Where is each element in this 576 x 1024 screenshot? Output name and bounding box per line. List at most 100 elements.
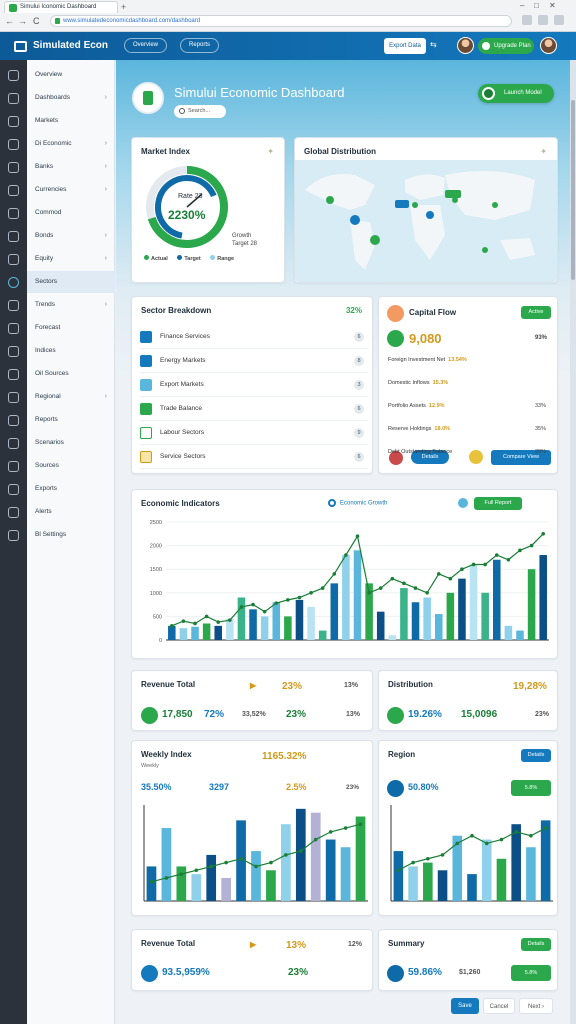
- trend-point: [239, 605, 244, 609]
- nav-icon[interactable]: [8, 208, 19, 219]
- nav-icon[interactable]: [8, 346, 19, 357]
- sidebar-item[interactable]: Overview: [27, 64, 115, 86]
- sidebar-item[interactable]: Regional ›: [27, 386, 115, 408]
- map-marker[interactable]: [370, 235, 380, 245]
- browser-tab[interactable]: Simului Iconomic Dashboard: [4, 1, 118, 13]
- launch-model-button[interactable]: Launch Model: [478, 84, 554, 103]
- cancel-button[interactable]: Cancel: [483, 998, 515, 1014]
- switch-icon[interactable]: ⇆: [430, 40, 437, 49]
- full-report-button[interactable]: Full Report: [474, 497, 522, 510]
- nav-icon[interactable]: [8, 185, 19, 196]
- nav-icon[interactable]: [8, 507, 19, 518]
- list-item[interactable]: Finance Services 6: [140, 325, 368, 349]
- sidebar-item[interactable]: Banks ›: [27, 156, 115, 178]
- nav-icon[interactable]: [8, 116, 19, 127]
- map-marker[interactable]: [412, 202, 418, 208]
- sidebar-item[interactable]: Alerts: [27, 501, 115, 523]
- sidebar-item[interactable]: Reports: [27, 409, 115, 431]
- new-tab-button[interactable]: +: [121, 2, 126, 12]
- sidebar-item[interactable]: Indices: [27, 340, 115, 362]
- trend-point: [455, 841, 460, 846]
- region-btn2[interactable]: 5.8%: [511, 780, 551, 796]
- nav-icon[interactable]: [8, 461, 19, 472]
- distribution-pct: 19,28%: [513, 681, 547, 692]
- upgrade-button[interactable]: Upgrade Plan: [478, 38, 534, 54]
- map-marker[interactable]: [350, 215, 360, 225]
- summary-icon: [387, 965, 404, 982]
- extension-icon[interactable]: [522, 15, 532, 25]
- list-item[interactable]: Trade Balance 6: [140, 397, 368, 421]
- list-item[interactable]: Labour Sectors 9: [140, 421, 368, 445]
- map-marker[interactable]: [326, 196, 334, 204]
- sidebar-item[interactable]: Di Economic ›: [27, 133, 115, 155]
- summary-details-button[interactable]: Details: [521, 938, 551, 951]
- user-avatar[interactable]: [540, 37, 557, 54]
- sidebar-item[interactable]: Oil Sources: [27, 363, 115, 385]
- flow-row-value: 13.54%: [448, 357, 467, 363]
- back-icon[interactable]: ←: [5, 16, 14, 26]
- list-item[interactable]: Service Sectors 6: [140, 445, 368, 469]
- sidebar-item[interactable]: Sources: [27, 455, 115, 477]
- region-details-button[interactable]: Details: [521, 749, 551, 762]
- maximize-icon[interactable]: □: [534, 1, 539, 10]
- nav-icon[interactable]: [8, 139, 19, 150]
- trend-point: [181, 619, 186, 623]
- summary-card: Summary Details 59.86% $1,260 5.8%: [378, 929, 558, 991]
- chart-bar: [176, 866, 187, 901]
- nav-icon[interactable]: [8, 93, 19, 104]
- sidebar-item[interactable]: Forecast: [27, 317, 115, 339]
- map-marker[interactable]: [426, 211, 434, 219]
- scroll-thumb[interactable]: [571, 100, 575, 280]
- minimize-icon[interactable]: –: [520, 1, 524, 10]
- nav-icon[interactable]: [8, 415, 19, 426]
- nav-icon[interactable]: [8, 70, 19, 81]
- sidebar-item[interactable]: Bonds ›: [27, 225, 115, 247]
- sidebar-item[interactable]: Bl Settings: [27, 524, 115, 546]
- sidebar-item[interactable]: Equity ›: [27, 248, 115, 270]
- summary-btn2[interactable]: 5.8%: [511, 965, 551, 981]
- sidebar-item[interactable]: Sectors: [27, 271, 115, 293]
- nav-overview[interactable]: Overview: [124, 38, 168, 53]
- scrollbar[interactable]: [570, 60, 576, 1024]
- nav-icon[interactable]: [8, 231, 19, 242]
- sidebar-item[interactable]: Markets: [27, 110, 115, 132]
- info-icon[interactable]: [458, 498, 468, 508]
- next-button[interactable]: Next ›: [519, 998, 553, 1014]
- active-badge[interactable]: Active: [521, 306, 551, 319]
- save-button[interactable]: Save: [451, 998, 479, 1014]
- sidebar-item[interactable]: Currencies ›: [27, 179, 115, 201]
- nav-icon[interactable]: [8, 484, 19, 495]
- sidebar-item[interactable]: Dashboards ›: [27, 87, 115, 109]
- profile-icon[interactable]: [538, 15, 548, 25]
- nav-icon[interactable]: [8, 323, 19, 334]
- nav-icon[interactable]: [8, 369, 19, 380]
- sidebar-item[interactable]: Scenarios: [27, 432, 115, 454]
- search-input[interactable]: Search...: [174, 105, 226, 118]
- list-item[interactable]: Export Markets 3: [140, 373, 368, 397]
- nav-icon[interactable]: [8, 277, 19, 288]
- nav-icon[interactable]: [8, 392, 19, 403]
- nav-icon[interactable]: [8, 300, 19, 311]
- nav-reports[interactable]: Reports: [180, 38, 220, 53]
- map-marker[interactable]: [492, 202, 498, 208]
- nav-icon[interactable]: [8, 530, 19, 541]
- sidebar-item[interactable]: Exports: [27, 478, 115, 500]
- star-icon[interactable]: ✦: [267, 147, 274, 156]
- close-icon[interactable]: ✕: [549, 1, 556, 10]
- sidebar-item-label: Forecast: [35, 324, 61, 331]
- address-bar[interactable]: www.simulatedeconomicdashboard.com/dashb…: [50, 15, 512, 27]
- nav-icon[interactable]: [8, 162, 19, 173]
- map-marker[interactable]: [482, 247, 488, 253]
- forward-icon[interactable]: →: [18, 16, 27, 26]
- sidebar-item[interactable]: Commod: [27, 202, 115, 224]
- nav-icon[interactable]: [8, 254, 19, 265]
- list-item[interactable]: Energy Markets 8: [140, 349, 368, 373]
- sidebar-item[interactable]: Trends ›: [27, 294, 115, 316]
- avatar[interactable]: [457, 37, 474, 54]
- menu-icon[interactable]: [554, 15, 564, 25]
- star-icon[interactable]: ✦: [540, 147, 547, 156]
- reload-icon[interactable]: C: [33, 16, 40, 26]
- export-button[interactable]: Export Data: [384, 38, 426, 54]
- nav-icon[interactable]: [8, 438, 19, 449]
- sector-icon: [140, 451, 152, 463]
